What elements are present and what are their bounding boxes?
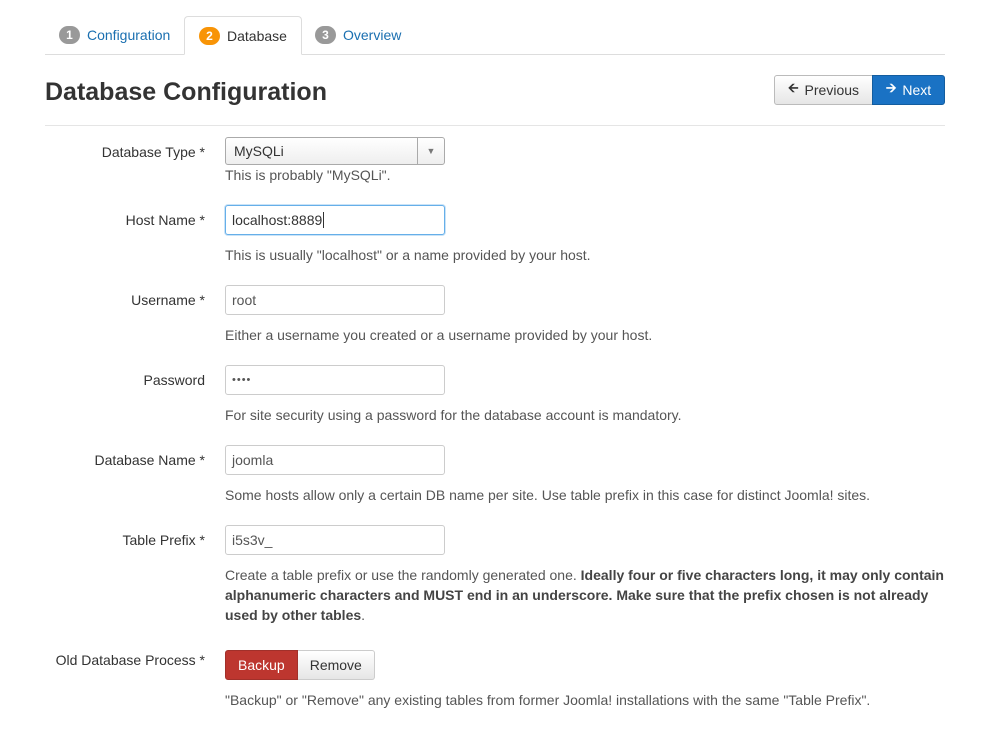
host-input[interactable]: localhost:8889 xyxy=(225,205,445,235)
db-name-input[interactable]: joomla xyxy=(225,445,445,475)
password-input[interactable]: •••• xyxy=(225,365,445,395)
prefix-value: i5s3v_ xyxy=(232,532,273,548)
password-help: For site security using a password for t… xyxy=(225,407,682,423)
next-label: Next xyxy=(902,82,932,98)
host-value: localhost:8889 xyxy=(232,212,323,228)
page-title: Database Configuration xyxy=(45,78,327,106)
username-help: Either a username you created or a usern… xyxy=(225,327,653,343)
tab-overview[interactable]: 3 Overview xyxy=(301,16,415,54)
old-db-label: Old Database Process * xyxy=(55,652,205,668)
db-type-value: MySQLi xyxy=(234,143,284,159)
tab-configuration[interactable]: 1 Configuration xyxy=(45,16,184,54)
old-db-help: "Backup" or "Remove" any existing tables… xyxy=(225,692,871,708)
username-input[interactable]: root xyxy=(225,285,445,315)
username-label: Username * xyxy=(131,292,205,308)
previous-label: Previous xyxy=(804,82,860,98)
text-cursor xyxy=(323,212,325,228)
arrow-left-icon: 🡨 xyxy=(787,80,799,95)
tab-database[interactable]: 2 Database xyxy=(184,16,302,55)
prefix-help-end: . xyxy=(361,607,366,623)
tab-label: Overview xyxy=(343,27,402,43)
db-name-label: Database Name * xyxy=(94,452,205,468)
prefix-help: Create a table prefix or use the randoml… xyxy=(225,565,950,625)
db-name-help: Some hosts allow only a certain DB name … xyxy=(225,487,871,503)
arrow-right-icon: 🡪 xyxy=(885,80,897,95)
username-value: root xyxy=(232,292,257,308)
db-type-label: Database Type * xyxy=(101,144,205,160)
prefix-label: Table Prefix * xyxy=(122,532,205,548)
step-badge: 2 xyxy=(199,26,220,45)
header-divider xyxy=(45,125,945,126)
host-help: This is usually "localhost" or a name pr… xyxy=(225,247,591,263)
tab-label: Configuration xyxy=(87,27,171,43)
db-type-select[interactable]: MySQLi ▼ xyxy=(225,137,445,165)
backup-button[interactable]: Backup xyxy=(225,650,298,680)
prefix-input[interactable]: i5s3v_ xyxy=(225,525,445,555)
host-label: Host Name * xyxy=(125,212,205,228)
prefix-help-text: Create a table prefix or use the randoml… xyxy=(225,567,581,583)
db-type-help: This is probably "MySQLi". xyxy=(225,167,391,183)
step-tabs: 1 Configuration 2 Database 3 Overview xyxy=(45,16,945,55)
password-label: Password xyxy=(143,372,205,388)
db-name-value: joomla xyxy=(232,452,274,468)
step-badge: 3 xyxy=(315,26,336,44)
tab-label: Database xyxy=(227,27,287,44)
step-badge: 1 xyxy=(59,26,80,44)
previous-button[interactable]: 🡨 Previous xyxy=(774,75,873,105)
old-db-toggle: Backup Remove xyxy=(225,650,375,680)
password-value: •••• xyxy=(232,374,252,386)
next-button[interactable]: 🡪 Next xyxy=(872,75,945,105)
chevron-down-icon: ▼ xyxy=(417,138,444,164)
remove-button[interactable]: Remove xyxy=(297,650,375,680)
